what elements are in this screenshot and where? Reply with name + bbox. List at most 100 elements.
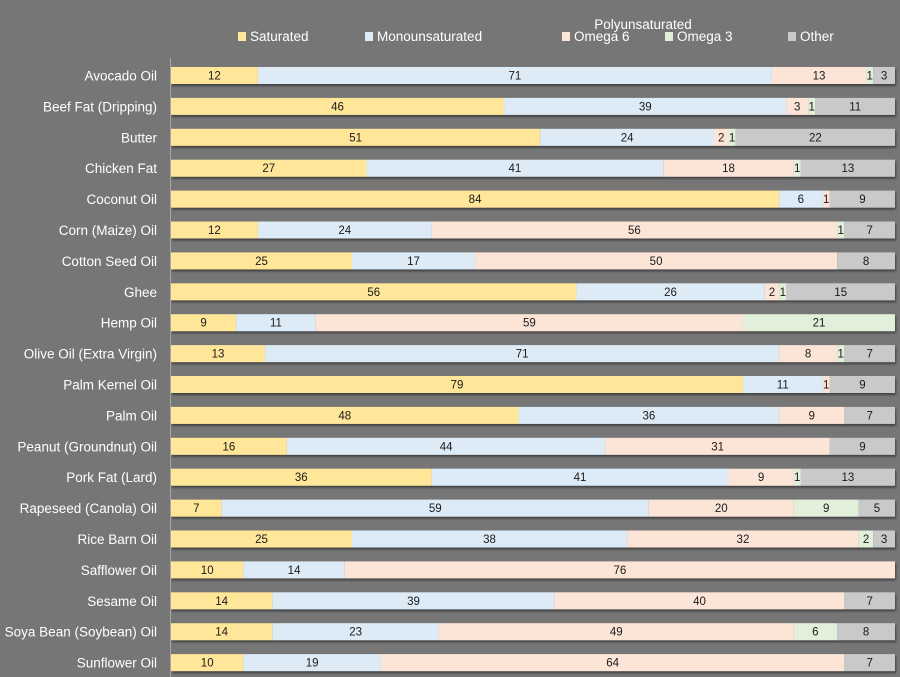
value-label-coconut-oil-monounsaturated: 6 [798,194,804,206]
value-label-corn-maize-oil-omega-3: 1 [837,225,843,237]
bar-row-pork-fat-lard [171,468,895,486]
value-label-coconut-oil-saturated: 84 [469,194,482,206]
legend-item-other: Other [788,29,834,44]
category-label-soya-bean-soybean-oil: Soya Bean (Soybean) Oil [5,625,157,640]
legend-swatch-omega-3 [665,32,673,41]
value-label-corn-maize-oil-saturated: 12 [208,225,221,237]
bar-row-cotton-seed-oil [171,252,895,270]
value-label-olive-oil-extra-virgin-omega-6: 8 [805,349,811,361]
bar-row-peanut-groundnut-oil [171,437,895,455]
value-label-chicken-fat-other: 13 [842,163,855,175]
bar-row-sesame-oil [171,592,895,610]
value-label-avocado-oil-omega-6: 13 [813,71,826,83]
value-label-chicken-fat-monounsaturated: 41 [509,163,522,175]
value-label-coconut-oil-other: 9 [859,194,865,206]
value-label-olive-oil-extra-virgin-other: 7 [866,349,872,361]
value-label-rice-barn-oil-saturated: 25 [255,534,268,546]
value-label-avocado-oil-omega-3: 1 [866,71,872,83]
category-label-sunflower-oil: Sunflower Oil [77,656,157,671]
value-label-beef-fat-dripping-other: 11 [849,101,861,113]
bar-row-rice-barn-oil [171,530,895,548]
legend: Polyunsaturated Saturated Monounsaturated… [238,17,834,44]
category-label-chicken-fat: Chicken Fat [85,161,157,176]
value-label-hemp-oil-omega-3: 21 [813,318,826,330]
legend-swatch-omega-6 [562,32,570,41]
value-label-sesame-oil-other: 7 [866,596,872,608]
bar-row-olive-oil-extra-virgin [171,345,895,363]
bar-row-sunflower-oil [171,654,895,672]
bar-row-ghee [171,283,895,301]
value-label-sunflower-oil-monounsaturated: 19 [306,658,319,670]
value-label-peanut-groundnut-oil-saturated: 16 [223,441,236,453]
value-label-avocado-oil-saturated: 12 [208,71,221,83]
value-label-rapeseed-canola-oil-monounsaturated: 59 [429,503,442,515]
bar-row-coconut-oil [171,190,895,208]
value-label-pork-fat-lard-omega-3: 1 [794,472,800,484]
value-label-cotton-seed-oil-saturated: 25 [255,256,268,268]
legend-label-monounsaturated: Monounsaturated [377,29,482,44]
value-label-soya-bean-soybean-oil-other: 8 [863,627,869,639]
bar-row-rapeseed-canola-oil [171,499,895,517]
bar-row-beef-fat-dripping [171,97,895,115]
value-label-pork-fat-lard-monounsaturated: 41 [574,472,587,484]
category-label-palm-oil: Palm Oil [106,408,157,423]
value-label-palm-oil-saturated: 48 [338,410,351,422]
legend-swatch-saturated [238,32,246,41]
legend-label-omega-6: Omega 6 [574,29,630,44]
value-label-rice-barn-oil-omega-3: 2 [863,534,869,546]
value-label-palm-kernel-oil-saturated: 79 [451,380,464,392]
value-label-corn-maize-oil-monounsaturated: 24 [338,225,351,237]
bar-row-chicken-fat [171,159,895,177]
legend-swatch-other [788,32,796,41]
value-label-sunflower-oil-other: 7 [866,658,872,670]
value-label-ghee-omega-3: 1 [780,287,786,299]
value-label-safflower-oil-omega-6: 76 [613,565,626,577]
value-label-olive-oil-extra-virgin-saturated: 13 [212,349,225,361]
value-label-hemp-oil-omega-6: 59 [523,318,536,330]
value-label-butter-other: 22 [809,132,822,144]
value-label-cotton-seed-oil-other: 8 [863,256,869,268]
value-label-corn-maize-oil-omega-6: 56 [628,225,641,237]
legend-item-omega-6: Omega 6 [562,29,630,44]
value-label-chicken-fat-omega-6: 18 [722,163,735,175]
bar-row-butter [171,128,895,146]
category-label-peanut-groundnut-oil: Peanut (Groundnut) Oil [17,439,157,454]
category-label-safflower-oil: Safflower Oil [81,563,157,578]
value-label-ghee-omega-6: 2 [769,287,775,299]
value-label-palm-oil-other: 7 [866,410,872,422]
bar-row-palm-oil [171,406,895,424]
category-label-rice-barn-oil: Rice Barn Oil [77,532,157,547]
value-label-safflower-oil-saturated: 10 [201,565,214,577]
value-label-butter-omega-3: 1 [729,132,735,144]
value-label-hemp-oil-saturated: 9 [200,318,206,330]
value-label-sunflower-oil-saturated: 10 [201,658,214,670]
legend-item-saturated: Saturated [238,29,309,44]
category-label-coconut-oil: Coconut Oil [86,192,157,207]
category-label-sesame-oil: Sesame Oil [87,594,157,609]
bar-row-soya-bean-soybean-oil [171,623,895,641]
value-label-beef-fat-dripping-omega-3: 1 [809,101,815,113]
category-label-beef-fat-dripping: Beef Fat (Dripping) [43,99,157,114]
category-label-palm-kernel-oil: Palm Kernel Oil [63,378,157,393]
value-label-ghee-saturated: 56 [367,287,380,299]
value-label-avocado-oil-other: 3 [881,71,887,83]
value-label-palm-oil-monounsaturated: 36 [642,410,655,422]
legend-label-other: Other [800,29,834,44]
value-label-chicken-fat-omega-3: 1 [794,163,800,175]
category-axis-labels: Avocado Oil Beef Fat (Dripping) Butter Chic… [5,69,158,671]
value-label-palm-kernel-oil-monounsaturated: 11 [777,380,789,392]
value-label-sesame-oil-omega-6: 40 [693,596,706,608]
value-label-soya-bean-soybean-oil-saturated: 14 [215,627,228,639]
value-label-sunflower-oil-omega-6: 64 [606,658,619,670]
category-label-rapeseed-canola-oil: Rapeseed (Canola) Oil [20,501,157,516]
value-label-coconut-oil-omega-6: 1 [823,194,829,206]
value-label-peanut-groundnut-oil-other: 9 [859,441,865,453]
value-label-pork-fat-lard-saturated: 36 [295,472,308,484]
value-label-soya-bean-soybean-oil-monounsaturated: 23 [349,627,362,639]
value-label-beef-fat-dripping-omega-6: 3 [794,101,800,113]
stacked-bar-chart: Polyunsaturated Saturated Monounsaturated… [5,17,895,677]
value-label-beef-fat-dripping-monounsaturated: 39 [639,101,652,113]
bar-row-avocado-oil [171,67,895,84]
category-label-ghee: Ghee [124,285,157,300]
value-label-rapeseed-canola-oil-omega-3: 9 [823,503,829,515]
